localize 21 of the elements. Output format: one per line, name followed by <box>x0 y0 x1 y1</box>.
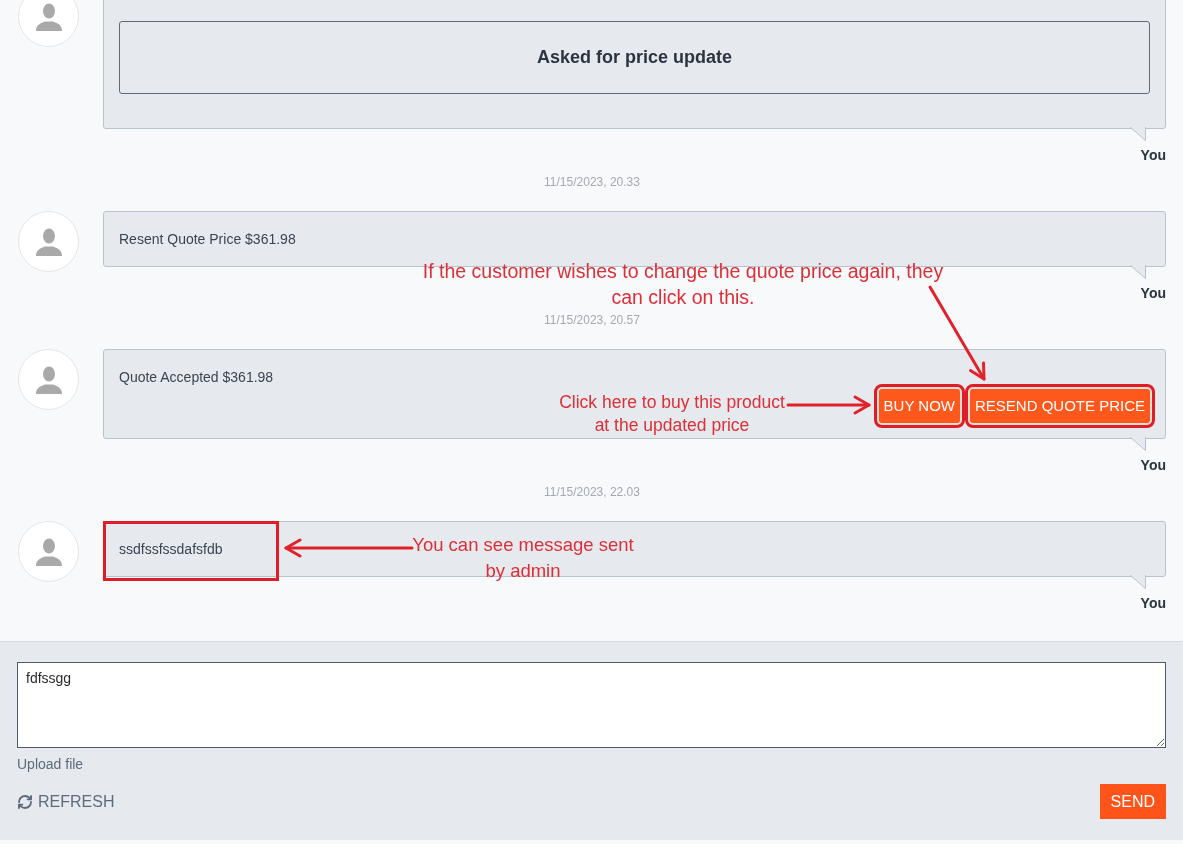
message-field[interactable]: fdfssgg <box>17 662 1166 748</box>
message-text: Quote Accepted $361.98 <box>119 368 274 387</box>
annotation-note: You can see message sent by admin <box>411 533 635 583</box>
message-text: Resent Quote Price $361.98 <box>119 230 296 249</box>
timestamp: 11/15/2023, 20.57 <box>544 312 640 328</box>
sender-name: You <box>1140 285 1166 301</box>
refresh-button[interactable]: REFRESH <box>17 791 115 812</box>
timestamp: 11/15/2023, 20.33 <box>544 174 640 190</box>
annotation-note: If the customer wishes to change the quote price again, they can click on this. <box>421 259 945 310</box>
arrow-icon <box>283 538 414 558</box>
timestamp: 11/15/2023, 22.03 <box>544 484 640 500</box>
card-title: Asked for price update <box>536 46 732 69</box>
sender-name: You <box>1140 457 1166 473</box>
annotation-note: Click here to buy this product at the updated price <box>558 391 786 437</box>
refresh-icon <box>17 793 33 810</box>
upload-file-link[interactable]: Upload file <box>17 755 84 773</box>
send-button[interactable]: SEND <box>1099 784 1166 819</box>
message-text: ssdfssfssdafsfdb <box>119 540 223 559</box>
sender-name: You <box>1140 147 1166 163</box>
arrow-icon <box>786 394 872 416</box>
sender-name: You <box>1140 595 1166 611</box>
